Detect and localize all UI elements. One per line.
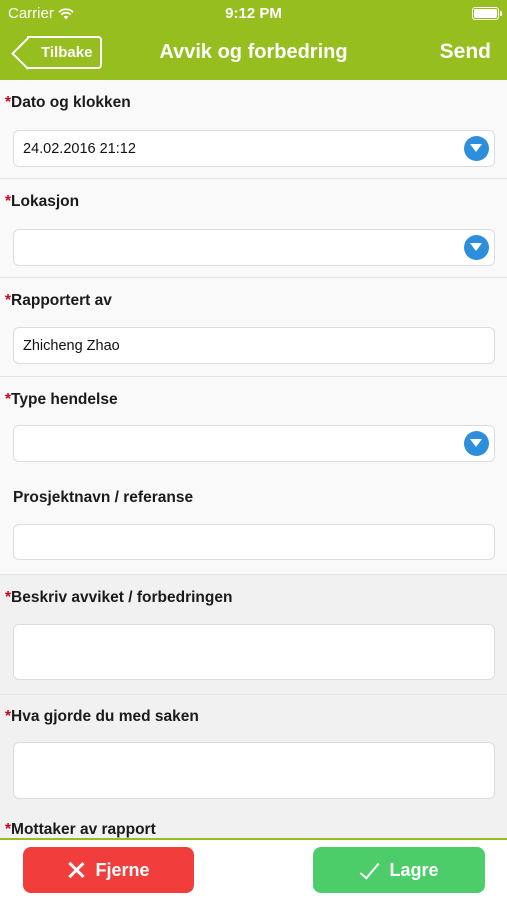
date-picker[interactable]: 24.02.2016 21:12 <box>13 130 495 167</box>
save-button-label: Lagre <box>389 859 439 880</box>
status-bar: Carrier 9:12 PM <box>0 0 507 28</box>
recipient-label: *Mottaker av rapport <box>5 821 156 838</box>
report-form: *Dato og klokken 24.02.2016 21:12 *Lokas… <box>0 80 507 838</box>
app-header: Carrier 9:12 PM Tilbake Avvik og forbedr… <box>0 0 507 80</box>
reported-by-section: *Rapportert av Zhicheng Zhao <box>0 278 507 377</box>
description-textarea[interactable] <box>13 624 495 680</box>
location-select[interactable] <box>13 229 495 266</box>
back-arrow-icon <box>11 37 44 70</box>
bottom-action-bar: Fjerne Lagre <box>0 838 507 900</box>
back-button[interactable]: Tilbake <box>11 36 103 70</box>
dropdown-arrow-icon[interactable] <box>464 235 489 260</box>
event-type-label: *Type hendelse <box>5 391 118 408</box>
checkmark-icon <box>359 860 379 880</box>
battery-icon <box>472 7 502 20</box>
action-textarea[interactable] <box>13 742 495 799</box>
location-section: *Lokasjon <box>0 179 507 278</box>
location-label: *Lokasjon <box>5 193 80 210</box>
send-button[interactable]: Send <box>440 40 491 64</box>
reported-by-label: *Rapportert av <box>5 292 112 309</box>
dropdown-arrow-icon[interactable] <box>464 136 489 161</box>
event-type-section: *Type hendelse <box>0 377 507 476</box>
save-button[interactable]: Lagre <box>313 847 485 893</box>
close-icon <box>67 861 85 879</box>
project-section: Prosjektnavn / referanse <box>0 476 507 575</box>
description-label: *Beskriv avviket / forbedringen <box>5 589 233 606</box>
reported-by-input[interactable]: Zhicheng Zhao <box>13 327 495 364</box>
action-label: *Hva gjorde du med saken <box>5 708 199 725</box>
project-label: Prosjektnavn / referanse <box>13 489 194 506</box>
project-input[interactable] <box>13 524 495 560</box>
back-button-frame[interactable]: Tilbake <box>11 36 103 70</box>
reported-by-value: Zhicheng Zhao <box>23 338 120 354</box>
event-type-select[interactable] <box>13 425 495 462</box>
remove-button[interactable]: Fjerne <box>23 847 194 893</box>
dropdown-arrow-icon[interactable] <box>464 431 489 456</box>
remove-button-label: Fjerne <box>95 859 150 880</box>
back-button-label: Tilbake <box>41 44 93 61</box>
date-value: 24.02.2016 21:12 <box>23 141 136 157</box>
recipient-section: *Mottaker av rapport <box>0 814 507 838</box>
description-section: *Beskriv avviket / forbedringen <box>0 575 507 695</box>
date-label: *Dato og klokken <box>5 94 131 111</box>
action-section: *Hva gjorde du med saken <box>0 695 507 814</box>
navigation-bar: Tilbake Avvik og forbedring Send <box>0 28 507 80</box>
date-section: *Dato og klokken 24.02.2016 21:12 <box>0 80 507 179</box>
status-time: 9:12 PM <box>225 5 282 22</box>
